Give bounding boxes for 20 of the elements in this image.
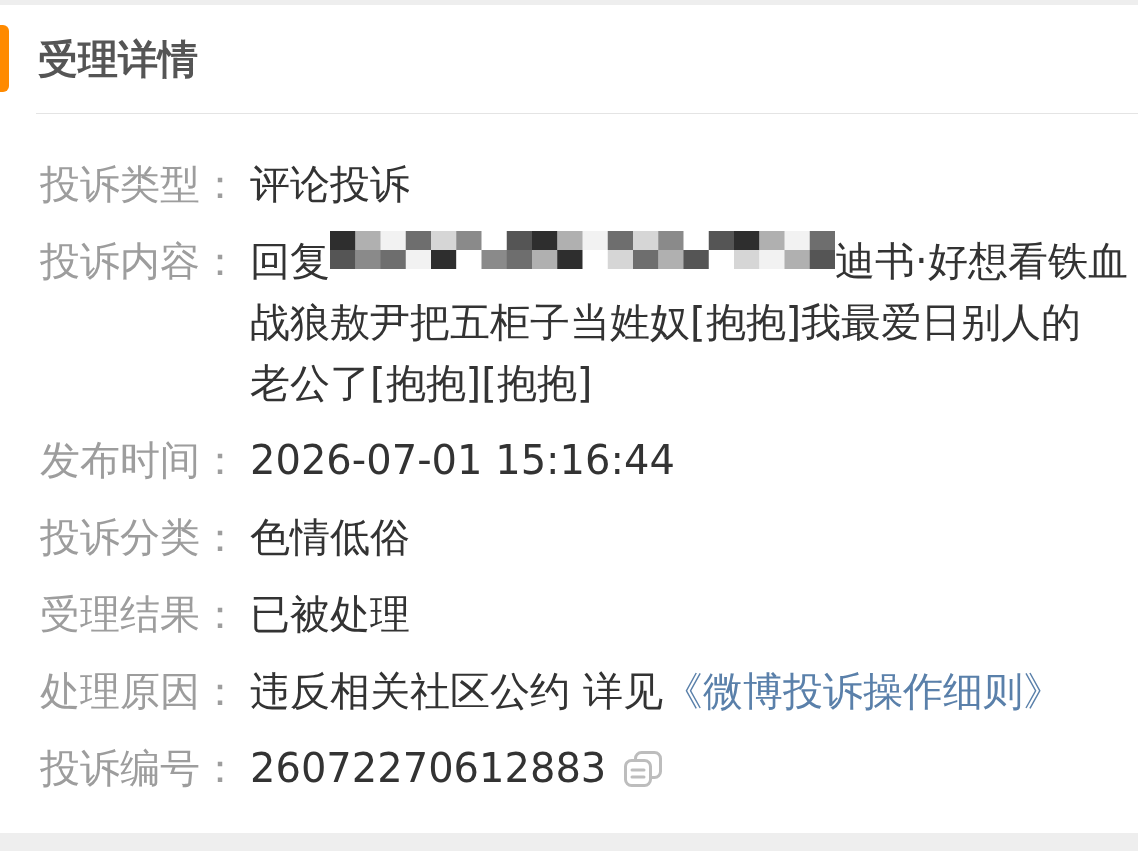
copy-icon[interactable] <box>624 750 663 787</box>
complaint-content-text: 迪书·好想看铁血 <box>835 237 1128 286</box>
field-label: 发布时间： <box>40 436 241 485</box>
field-value: 26072270612883 <box>250 744 607 793</box>
field-label: 投诉编号： <box>40 744 241 793</box>
complaint-content-text: 回复 <box>250 237 330 286</box>
complaint-content-text: 战狼敖尹把五柜子当姓奴[抱抱]我最爱日别人的老公了[抱抱][抱抱] <box>250 298 1083 408</box>
field-label: 受理结果： <box>40 590 241 639</box>
field-value: 2026-07-01 15:16:44 <box>250 436 675 485</box>
field-value: 色情低俗 <box>250 513 410 562</box>
field-value: 违反相关社区公约 详见 <box>250 667 663 716</box>
field-label: 投诉类型： <box>40 160 241 209</box>
field-label: 处理原因： <box>40 667 241 716</box>
rules-link[interactable]: 《微博投诉操作细则》 <box>662 661 1063 722</box>
section-title: 受理详情 <box>38 34 198 84</box>
field-label: 投诉分类： <box>40 513 241 562</box>
field-label: 投诉内容： <box>40 237 241 286</box>
field-value: 评论投诉 <box>250 160 410 209</box>
accent-bar <box>0 25 9 92</box>
field-value: 已被处理 <box>250 590 410 639</box>
